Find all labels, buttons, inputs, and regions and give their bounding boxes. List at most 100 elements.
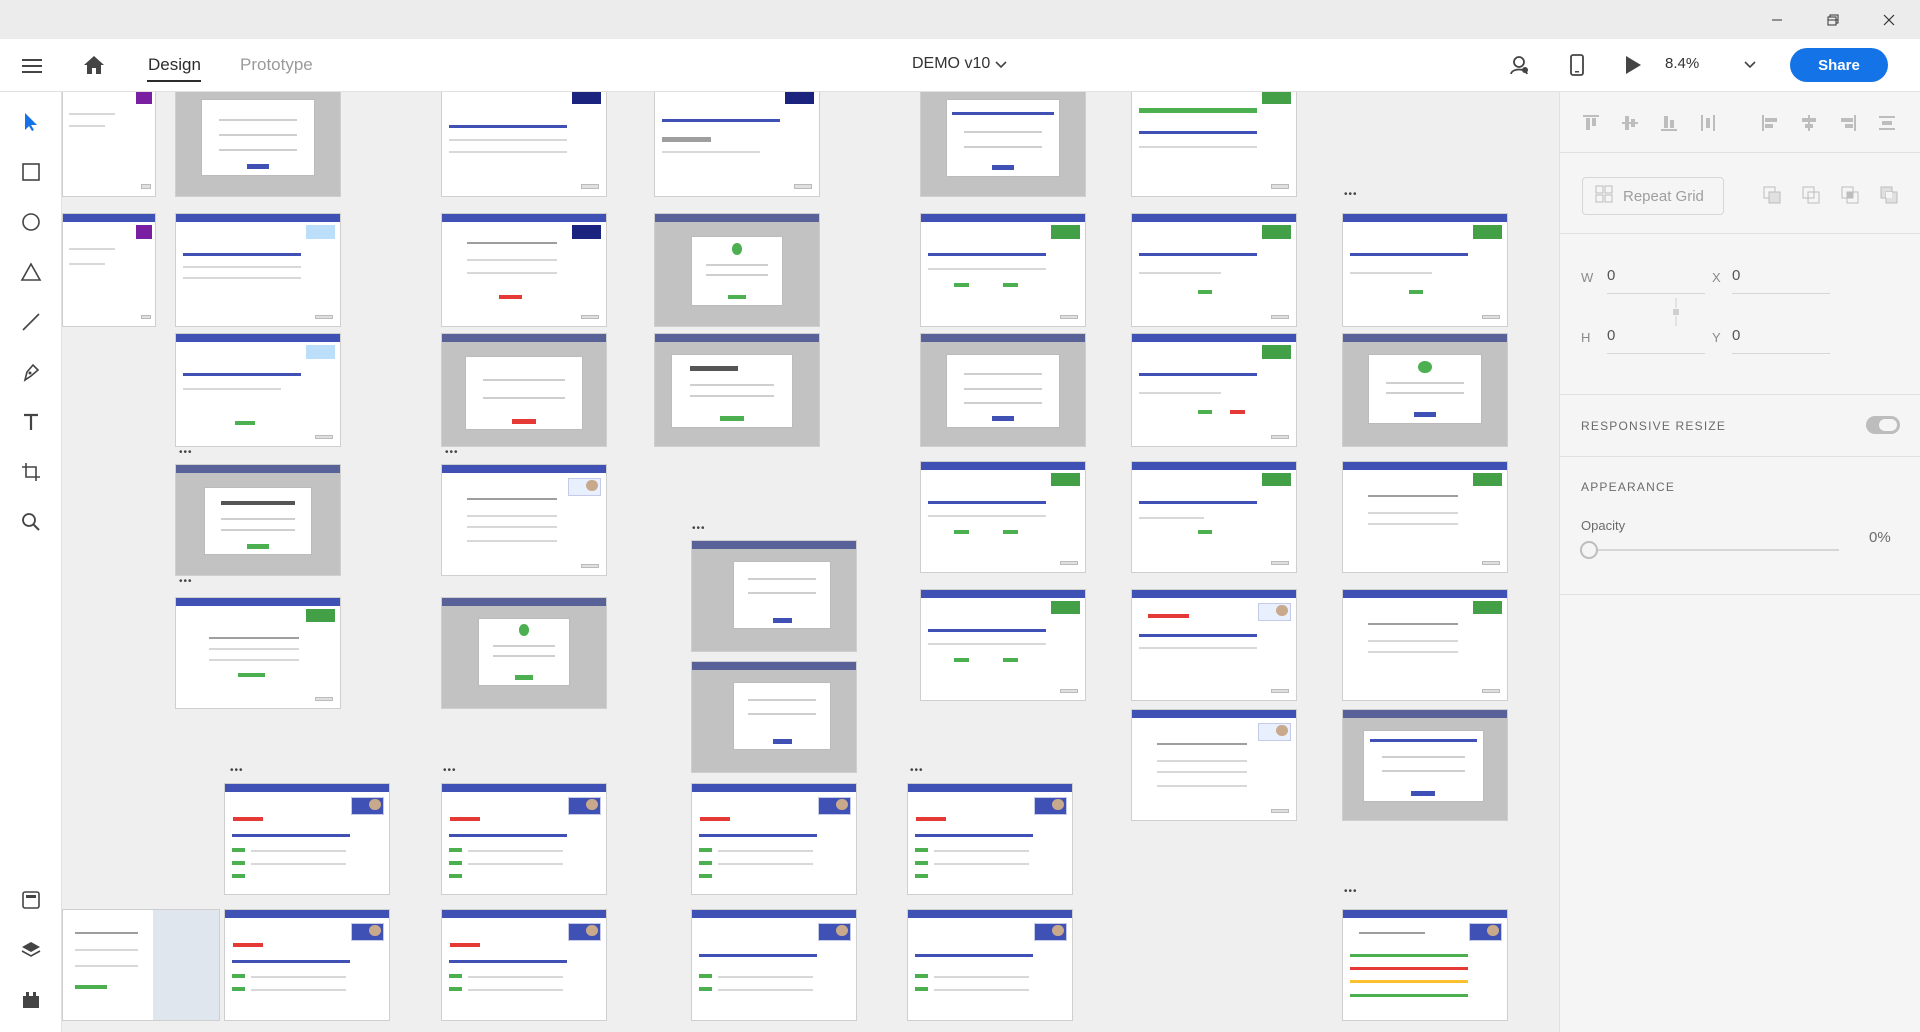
artboard-thumbnail[interactable] [62, 92, 156, 197]
artboard-thumbnail[interactable] [920, 461, 1086, 573]
subtract-icon[interactable] [1800, 184, 1822, 206]
x-field[interactable]: 0 [1732, 267, 1740, 284]
text-icon[interactable] [11, 402, 51, 442]
artboard-thumbnail[interactable] [1342, 589, 1508, 701]
align-left-icon[interactable] [1759, 112, 1781, 134]
artboard-thumbnail[interactable] [1342, 333, 1508, 447]
align-middle-icon[interactable] [1619, 112, 1641, 134]
artboard-thumbnail[interactable] [175, 333, 341, 447]
artboard-thumbnail[interactable] [1342, 461, 1508, 573]
artboard-thumbnail[interactable] [654, 92, 820, 197]
artboard-thumbnail[interactable] [920, 589, 1086, 701]
ellipse-icon[interactable] [11, 202, 51, 242]
lock-aspect-icon[interactable] [1671, 298, 1685, 328]
home-icon[interactable] [80, 52, 108, 78]
restore-icon[interactable] [1810, 0, 1856, 39]
play-icon[interactable] [1620, 52, 1646, 78]
distribute-vertical-icon[interactable] [1697, 112, 1719, 134]
artboard-thumbnail[interactable] [691, 909, 857, 1021]
artboard-thumbnail[interactable] [1131, 333, 1297, 447]
close-icon[interactable] [1866, 0, 1912, 39]
artboard-thumbnail[interactable] [175, 597, 341, 709]
tab-design[interactable]: Design [148, 55, 201, 75]
artboard-thumbnail[interactable] [441, 92, 607, 197]
artboard-thumbnail[interactable] [1342, 213, 1508, 327]
distribute-horizontal-icon[interactable] [1876, 112, 1898, 134]
document-title[interactable]: DEMO v10 [912, 55, 990, 73]
mobile-device-icon[interactable] [1564, 52, 1590, 78]
artboard-thumbnail[interactable] [1131, 461, 1297, 573]
opacity-label: Opacity [1581, 518, 1626, 533]
artboard-thumbnail[interactable] [1342, 709, 1508, 821]
artboard-thumbnail[interactable] [920, 333, 1086, 447]
artboard-thumbnail[interactable] [1131, 709, 1297, 821]
artboard-thumbnail[interactable] [441, 783, 607, 895]
tab-prototype[interactable]: Prototype [240, 55, 313, 75]
artboard-thumbnail[interactable] [175, 213, 341, 327]
tools-toolbar [0, 92, 62, 1032]
assets-icon[interactable] [11, 880, 51, 920]
artboard-thumbnail[interactable] [920, 92, 1086, 197]
repeat-grid-button[interactable]: Repeat Grid [1582, 177, 1724, 215]
artboard-thumbnail[interactable] [441, 597, 607, 709]
align-top-icon[interactable] [1580, 112, 1602, 134]
artboard-thumbnail[interactable] [1131, 92, 1297, 197]
artboard-thumbnail[interactable] [907, 909, 1073, 1021]
opacity-slider-track[interactable] [1598, 549, 1839, 551]
share-button[interactable]: Share [1790, 48, 1888, 82]
add-icon[interactable] [1761, 184, 1783, 206]
artboard-thumbnail[interactable] [1131, 589, 1297, 701]
artboard-thumbnail[interactable] [654, 213, 820, 327]
artboard-thumbnail[interactable] [691, 661, 857, 773]
artboard-thumbnail[interactable] [62, 213, 156, 327]
artboard-thumbnail[interactable] [175, 464, 341, 576]
opacity-value[interactable]: 0% [1869, 529, 1891, 546]
artboard-thumbnail[interactable] [441, 213, 607, 327]
adobe-xd-window: Design Prototype DEMO v10 8.4% Share •••… [0, 0, 1920, 1032]
align-center-icon[interactable] [1798, 112, 1820, 134]
artboard-more-indicator: ••• [179, 447, 193, 458]
artboard-thumbnail[interactable] [441, 909, 607, 1021]
align-right-icon[interactable] [1837, 112, 1859, 134]
chevron-down-icon[interactable] [993, 57, 1009, 73]
artboard-thumbnail[interactable] [224, 909, 390, 1021]
zoom-level[interactable]: 8.4% [1665, 55, 1699, 72]
exclude-icon[interactable] [1878, 184, 1900, 206]
artboard-thumbnail[interactable] [441, 464, 607, 576]
height-field[interactable]: 0 [1607, 327, 1615, 344]
rectangle-icon[interactable] [11, 152, 51, 192]
width-field[interactable]: 0 [1607, 267, 1615, 284]
artboard-thumbnail[interactable] [224, 783, 390, 895]
minimize-icon[interactable] [1754, 0, 1800, 39]
triangle-icon[interactable] [11, 252, 51, 292]
artboard-thumbnail[interactable] [441, 333, 607, 447]
artboard-thumbnail[interactable] [920, 213, 1086, 327]
height-label: H [1581, 330, 1591, 345]
layers-icon[interactable] [11, 930, 51, 970]
artboard-thumbnail[interactable] [1131, 213, 1297, 327]
y-field[interactable]: 0 [1732, 327, 1740, 344]
hamburger-menu-icon[interactable] [20, 54, 44, 78]
artboard-thumbnail[interactable] [691, 540, 857, 652]
plugins-icon[interactable] [11, 980, 51, 1020]
artboard-thumbnail[interactable] [907, 783, 1073, 895]
responsive-resize-label: RESPONSIVE RESIZE [1581, 419, 1727, 433]
opacity-slider-thumb[interactable] [1580, 541, 1598, 559]
artboard-thumbnail[interactable] [654, 333, 820, 447]
artboard-thumbnail[interactable] [691, 783, 857, 895]
artboard-thumbnail[interactable] [175, 92, 341, 197]
pen-icon[interactable] [11, 352, 51, 392]
user-icon[interactable] [1506, 52, 1532, 78]
align-bottom-icon[interactable] [1658, 112, 1680, 134]
x-label: X [1712, 270, 1721, 285]
artboard-thumbnail[interactable] [62, 909, 220, 1021]
intersect-icon[interactable] [1839, 184, 1861, 206]
design-canvas[interactable]: ••• ••• ••• ••• ••• ••• ••• ••• ••• [62, 92, 1559, 1032]
zoom-icon[interactable] [11, 502, 51, 542]
repeat-grid-label: Repeat Grid [1623, 187, 1704, 205]
chevron-down-icon[interactable] [1742, 57, 1758, 73]
artboard-icon[interactable] [11, 452, 51, 492]
artboard-thumbnail[interactable] [1342, 909, 1508, 1021]
select-icon[interactable] [11, 102, 51, 142]
line-icon[interactable] [11, 302, 51, 342]
